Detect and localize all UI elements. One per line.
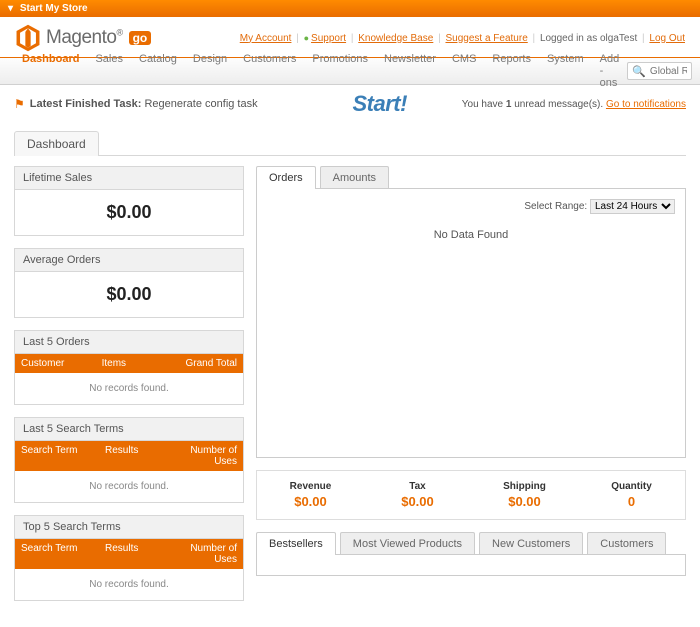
summary-label: Tax (368, 481, 467, 492)
summary-shipping: Shipping $0.00 (471, 471, 578, 519)
nav-item-customers[interactable]: Customers (235, 53, 304, 89)
start-my-store-bar[interactable]: ▾ Start My Store (0, 0, 700, 17)
page-title-bar: Dashboard (14, 131, 686, 156)
logo-go-badge: go (129, 31, 152, 45)
tab-orders[interactable]: Orders (256, 166, 316, 189)
nav-item-design[interactable]: Design (185, 53, 235, 89)
summary-stats: Revenue $0.00 Tax $0.00 Shipping $0.00 Quantit… (256, 470, 686, 520)
last5-orders-panel: Last 5 Orders Customer Items Grand Total… (14, 330, 244, 405)
my-account-link[interactable]: My Account (240, 33, 292, 44)
main-nav: DashboardSalesCatalogDesignCustomersProm… (0, 57, 700, 85)
notifications-link[interactable]: Go to notifications (606, 99, 686, 110)
col-results: Results (99, 539, 159, 569)
summary-revenue: Revenue $0.00 (257, 471, 364, 519)
summary-value: $0.00 (475, 494, 574, 509)
summary-value: 0 (582, 494, 681, 509)
logged-in-as: Logged in as olgaTest (540, 33, 637, 44)
panel-title: Last 5 Search Terms (15, 418, 243, 441)
summary-value: $0.00 (261, 494, 360, 509)
chart-tabs: OrdersAmounts (256, 166, 686, 189)
global-search[interactable]: 🔍 (627, 62, 692, 80)
dashboard-right-column: OrdersAmounts Select Range: Last 24 Hour… (256, 166, 686, 613)
bottom-tabs-section: BestsellersMost Viewed ProductsNew Custo… (256, 532, 686, 576)
logo-text: Magento® (46, 27, 123, 49)
nav-item-promotions[interactable]: Promotions (304, 53, 376, 89)
no-data-message: No Data Found (267, 229, 675, 241)
panel-title: Average Orders (15, 249, 243, 272)
search-icon: 🔍 (632, 65, 646, 78)
content: Lifetime Sales $0.00 Average Orders $0.0… (0, 166, 700, 627)
tab-bestsellers[interactable]: Bestsellers (256, 532, 336, 555)
logo[interactable]: Magento® go (14, 23, 151, 53)
bottom-tab-panel (256, 554, 686, 576)
dashboard-left-column: Lifetime Sales $0.00 Average Orders $0.0… (14, 166, 244, 613)
latest-task: Latest Finished Task: Regenerate config … (30, 98, 258, 110)
tab-amounts[interactable]: Amounts (320, 166, 389, 189)
panel-title: Lifetime Sales (15, 167, 243, 190)
chevron-down-icon: ▾ (8, 0, 13, 17)
chart-panel: Select Range: Last 24 Hours No Data Foun… (256, 188, 686, 458)
magento-logo-icon (14, 23, 42, 53)
support-link[interactable]: Support (311, 33, 346, 44)
header-links: My Account | ●Support | Knowledge Base |… (239, 33, 686, 44)
range-select[interactable]: Last 24 Hours (590, 199, 675, 214)
start-my-store-label: Start My Store (20, 3, 88, 14)
tab-most-viewed-products[interactable]: Most Viewed Products (340, 532, 475, 555)
empty-message: No records found. (15, 373, 243, 404)
tab-customers[interactable]: Customers (587, 532, 666, 555)
table-header-row: Search Term Results Number of Uses (15, 441, 243, 471)
col-grand-total: Grand Total (162, 354, 243, 373)
summary-label: Quantity (582, 481, 681, 492)
average-orders-panel: Average Orders $0.00 (14, 248, 244, 318)
panel-title: Last 5 Orders (15, 331, 243, 354)
summary-tax: Tax $0.00 (364, 471, 471, 519)
nav-item-newsletter[interactable]: Newsletter (376, 53, 444, 89)
page-title: Dashboard (14, 131, 99, 156)
col-num-uses: Number of Uses (159, 539, 243, 569)
flag-icon: ⚑ (14, 97, 25, 111)
panel-title: Top 5 Search Terms (15, 516, 243, 539)
top5-search-panel: Top 5 Search Terms Search Term Results N… (14, 515, 244, 601)
col-search-term: Search Term (15, 539, 99, 569)
table-header-row: Customer Items Grand Total (15, 354, 243, 373)
average-orders-value: $0.00 (23, 284, 235, 305)
nav-item-system[interactable]: System (539, 53, 592, 89)
start-button[interactable]: Start! (312, 91, 406, 117)
unread-messages: You have 1 unread message(s). Go to noti… (462, 99, 686, 110)
nav-item-catalog[interactable]: Catalog (131, 53, 185, 89)
suggest-feature-link[interactable]: Suggest a Feature (445, 33, 527, 44)
col-num-uses: Number of Uses (159, 441, 243, 471)
empty-message: No records found. (15, 471, 243, 502)
nav-item-sales[interactable]: Sales (87, 53, 131, 89)
tab-new-customers[interactable]: New Customers (479, 532, 583, 555)
summary-label: Shipping (475, 481, 574, 492)
col-search-term: Search Term (15, 441, 99, 471)
nav-item-cms[interactable]: CMS (444, 53, 484, 89)
col-items: Items (96, 354, 163, 373)
summary-value: $0.00 (368, 494, 467, 509)
log-out-link[interactable]: Log Out (649, 33, 685, 44)
range-label: Select Range: (524, 201, 587, 212)
status-dot-icon: ● (304, 33, 309, 43)
empty-message: No records found. (15, 569, 243, 600)
range-selector: Select Range: Last 24 Hours (524, 199, 675, 214)
summary-quantity: Quantity 0 (578, 471, 685, 519)
col-results: Results (99, 441, 159, 471)
col-customer: Customer (15, 354, 96, 373)
last5-search-panel: Last 5 Search Terms Search Term Results … (14, 417, 244, 503)
table-header-row: Search Term Results Number of Uses (15, 539, 243, 569)
nav-item-reports[interactable]: Reports (484, 53, 539, 89)
global-search-input[interactable] (650, 66, 687, 77)
nav-item-add-ons[interactable]: Add - ons (592, 53, 628, 89)
lifetime-sales-panel: Lifetime Sales $0.00 (14, 166, 244, 236)
bottom-tabs: BestsellersMost Viewed ProductsNew Custo… (256, 532, 686, 555)
summary-label: Revenue (261, 481, 360, 492)
nav-item-dashboard[interactable]: Dashboard (14, 53, 87, 89)
header: Magento® go My Account | ●Support | Know… (0, 17, 700, 57)
knowledge-base-link[interactable]: Knowledge Base (358, 33, 433, 44)
message-bar: ⚑ Latest Finished Task: Regenerate confi… (0, 85, 700, 123)
lifetime-sales-value: $0.00 (23, 202, 235, 223)
